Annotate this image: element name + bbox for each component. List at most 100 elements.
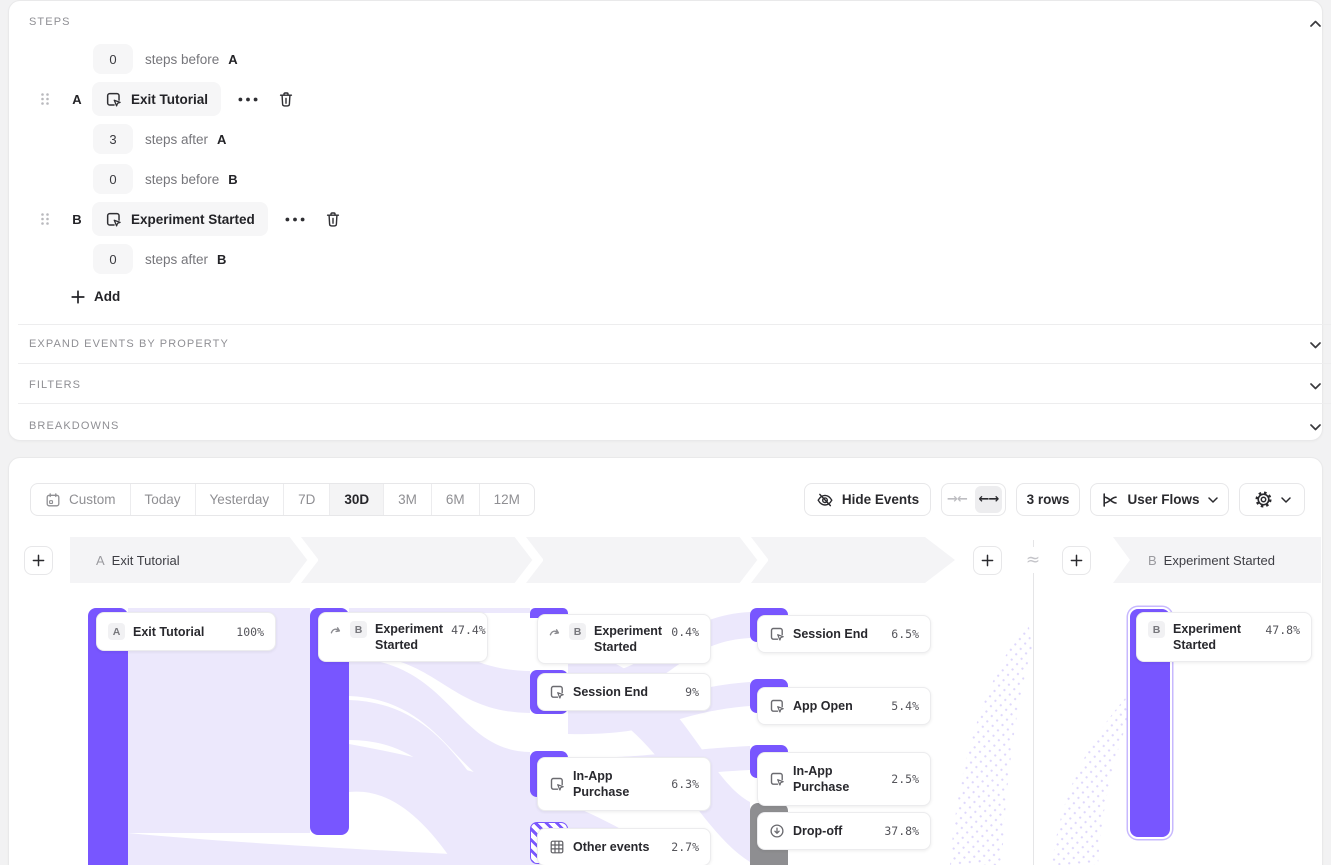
step-a-delete-button[interactable] <box>275 90 297 108</box>
calendar-icon <box>45 492 61 508</box>
event-icon <box>549 684 565 700</box>
range-30d-label: 30D <box>344 492 369 507</box>
steps-after-a-input[interactable]: 3 <box>93 124 133 154</box>
step-badge-b: B <box>350 621 367 638</box>
expand-events-section-title: EXPAND EVENTS BY PROPERTY <box>29 338 229 350</box>
steps-before-b-row: 0 steps before B <box>93 164 238 194</box>
user-flows-page: STEPS 0 steps before A A Exit Tutorial <box>0 0 1331 865</box>
flow-node-label: Experiment Started <box>375 621 443 653</box>
steps-after-a-row: 3 steps after A <box>93 124 226 154</box>
step-a-header-label: A Exit Tutorial <box>96 537 180 583</box>
filters-collapse-button[interactable] <box>1305 378 1325 394</box>
steps-after-label: steps after <box>145 252 208 267</box>
more-dots-icon <box>238 97 258 102</box>
range-3m[interactable]: 3M <box>383 484 431 515</box>
steps-after-b-input[interactable]: 0 <box>93 244 133 274</box>
range-6m-label: 6M <box>446 492 465 507</box>
flow-node-app-open[interactable]: App Open 5.4% <box>757 687 931 725</box>
collapse-flows-button[interactable]: →← <box>942 484 972 515</box>
flow-node-session-end-step3[interactable]: Session End 9% <box>537 673 711 711</box>
range-custom[interactable]: Custom <box>31 484 130 515</box>
expand-flows-button[interactable]: ←→ <box>975 486 1002 513</box>
flow-node-session-end-step4[interactable]: Session End 6.5% <box>757 615 931 653</box>
range-yesterday-label: Yesterday <box>210 492 270 507</box>
drag-handle[interactable] <box>40 212 50 226</box>
steps-collapse-button[interactable] <box>1305 15 1325 31</box>
step-a-event-name: Exit Tutorial <box>131 92 208 107</box>
step-badge-b: B <box>1148 621 1165 638</box>
range-today[interactable]: Today <box>130 484 195 515</box>
step-ref-b: B <box>217 252 226 267</box>
plus-icon <box>1070 554 1083 567</box>
flow-node-drop-off[interactable]: Drop-off 37.8% <box>757 812 931 850</box>
chart-type-label: User Flows <box>1127 492 1199 507</box>
divider <box>18 403 1331 404</box>
drop-off-icon <box>769 823 785 839</box>
flow-node-label: Other events <box>573 839 649 855</box>
range-12m-label: 12M <box>494 492 520 507</box>
step-letter: A <box>96 553 105 568</box>
flow-node-percent: 37.8% <box>884 824 919 838</box>
add-step-label: Add <box>94 289 120 304</box>
plus-icon <box>71 290 85 304</box>
add-step-right-button[interactable] <box>1062 546 1091 575</box>
chevron-down-icon <box>1310 342 1321 349</box>
add-step-button[interactable]: Add <box>71 289 120 304</box>
step-b-header-label: B Experiment Started <box>1148 537 1275 583</box>
range-yesterday[interactable]: Yesterday <box>195 484 284 515</box>
steps-before-b-input[interactable]: 0 <box>93 164 133 194</box>
range-12m[interactable]: 12M <box>479 484 534 515</box>
divider <box>18 324 1331 325</box>
flow-node-other-events[interactable]: Other events 2.7% <box>537 828 711 865</box>
settings-button[interactable] <box>1239 483 1305 516</box>
drag-dots-icon <box>40 212 50 226</box>
flow-node-in-app-purchase-step4[interactable]: In-App Purchase 2.5% <box>757 752 931 806</box>
hide-events-button[interactable]: Hide Events <box>804 483 931 516</box>
range-7d[interactable]: 7D <box>283 484 329 515</box>
range-30d-selected[interactable]: 30D <box>329 484 383 515</box>
step-b-event-button[interactable]: Experiment Started <box>92 202 268 236</box>
step-b-delete-button[interactable] <box>322 210 344 228</box>
step-event-name: Exit Tutorial <box>112 553 180 568</box>
step-a-more-button[interactable] <box>236 97 260 102</box>
band-separator-chevron <box>288 537 318 583</box>
steps-before-a-input[interactable]: 0 <box>93 44 133 74</box>
chevron-down-icon <box>1310 383 1321 390</box>
plus-icon <box>981 554 994 567</box>
event-icon <box>769 771 785 787</box>
range-7d-label: 7D <box>298 492 315 507</box>
flow-node-exit-tutorial[interactable]: A Exit Tutorial 100% <box>96 612 276 651</box>
flow-node-experiment-started-step2[interactable]: B Experiment Started 47.4% <box>318 612 488 662</box>
step-b-letter: B <box>70 212 84 227</box>
range-3m-label: 3M <box>398 492 417 507</box>
step-a-row: A Exit Tutorial <box>40 82 297 116</box>
approx-symbol: ≈ <box>1021 547 1045 573</box>
flow-node-label: Experiment Started <box>594 623 663 655</box>
breakdowns-collapse-button[interactable] <box>1305 419 1325 435</box>
flow-node-percent: 0.4% <box>671 625 699 639</box>
flow-node-experiment-started-final[interactable]: B Experiment Started 47.8% <box>1136 612 1312 662</box>
flow-node-label: Exit Tutorial <box>133 624 204 640</box>
event-icon <box>769 626 785 642</box>
range-6m[interactable]: 6M <box>431 484 479 515</box>
filters-section-title: FILTERS <box>29 379 81 391</box>
rows-count-button[interactable]: 3 rows <box>1016 483 1080 516</box>
query-builder-panel: STEPS 0 steps before A A Exit Tutorial <box>8 0 1323 441</box>
step-ref-b: B <box>228 172 237 187</box>
expand-events-collapse-button[interactable] <box>1305 337 1325 353</box>
steps-after-label: steps after <box>145 132 208 147</box>
step-b-event-name: Experiment Started <box>131 212 255 227</box>
flow-node-label: Drop-off <box>793 823 842 839</box>
add-step-before-button[interactable] <box>24 546 53 575</box>
flow-node-in-app-purchase-step3[interactable]: In-App Purchase 6.3% <box>537 757 711 811</box>
chart-type-button[interactable]: User Flows <box>1090 483 1229 516</box>
step-b-more-button[interactable] <box>283 217 307 222</box>
step-a-event-button[interactable]: Exit Tutorial <box>92 82 221 116</box>
flow-node-experiment-started-step3[interactable]: B Experiment Started 0.4% <box>537 614 711 664</box>
drag-handle[interactable] <box>40 92 50 106</box>
step-ref-a: A <box>217 132 226 147</box>
step-badge-b: B <box>569 623 586 640</box>
add-step-middle-button[interactable] <box>973 546 1002 575</box>
range-custom-label: Custom <box>69 492 116 507</box>
eye-off-icon <box>816 491 834 509</box>
